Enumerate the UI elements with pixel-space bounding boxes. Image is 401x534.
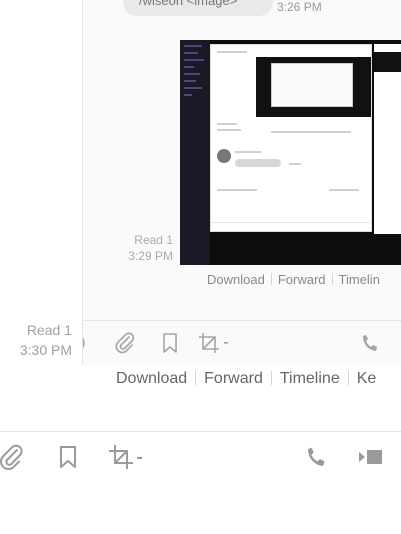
attach-icon bbox=[0, 444, 23, 470]
timeline-link[interactable]: Timeline bbox=[280, 370, 340, 387]
nested-toolbar bbox=[83, 320, 401, 365]
forward-link[interactable]: Forward bbox=[204, 370, 263, 387]
nested-crop-icon bbox=[199, 333, 228, 353]
chevron-down-icon bbox=[137, 457, 142, 459]
nested-read-receipt: Read 1 3:29 PM bbox=[128, 233, 173, 263]
nested-message-bubble: /wiseon <image> bbox=[123, 0, 273, 16]
nested-timeline-link: Timelin bbox=[338, 272, 380, 287]
action-divider bbox=[347, 371, 349, 385]
shared-screenshot-image[interactable]: /wiseon <image> 3:26 PM Read 1 3:29 PM D… bbox=[82, 0, 401, 365]
action-divider bbox=[195, 371, 197, 385]
voice-call-button[interactable] bbox=[302, 442, 330, 472]
bookmark-button[interactable] bbox=[56, 442, 80, 472]
nested-shared-image bbox=[180, 40, 401, 265]
nested-message-actions: Download Forward Timelin bbox=[207, 272, 380, 287]
read-receipt: Read 1 3:30 PM bbox=[0, 320, 72, 360]
nested-emoji-icon bbox=[83, 337, 85, 349]
read-time: 3:30 PM bbox=[19, 342, 72, 358]
screenshot-crop-button[interactable] bbox=[104, 442, 148, 472]
chat-toolbar bbox=[0, 431, 401, 484]
video-call-button[interactable] bbox=[354, 442, 388, 472]
bookmark-icon bbox=[60, 446, 76, 468]
read-count: Read 1 bbox=[26, 322, 72, 338]
action-divider bbox=[270, 371, 272, 385]
message-actions: Download Forward Timeline Ke bbox=[116, 370, 376, 388]
download-link[interactable]: Download bbox=[116, 370, 187, 387]
crop-icon bbox=[109, 445, 133, 469]
video-icon bbox=[359, 450, 382, 464]
chat-view: /wiseon <image> 3:26 PM Read 1 3:29 PM D… bbox=[0, 0, 401, 534]
nested-forward-link: Forward bbox=[277, 272, 326, 287]
attach-button[interactable] bbox=[0, 442, 26, 472]
nested-bookmark-icon bbox=[163, 333, 177, 353]
nested-download-link: Download bbox=[207, 272, 265, 287]
nested-attach-icon bbox=[115, 332, 135, 354]
keep-link[interactable]: Ke bbox=[357, 370, 377, 387]
nested-terminal-thumbnail bbox=[180, 40, 210, 265]
nested-message-time: 3:26 PM bbox=[277, 0, 322, 14]
nested-chat-window-thumbnail bbox=[210, 44, 372, 232]
phone-icon bbox=[308, 447, 325, 466]
nested-phone-icon bbox=[363, 335, 377, 351]
nested-side-thumbnail bbox=[374, 44, 401, 234]
